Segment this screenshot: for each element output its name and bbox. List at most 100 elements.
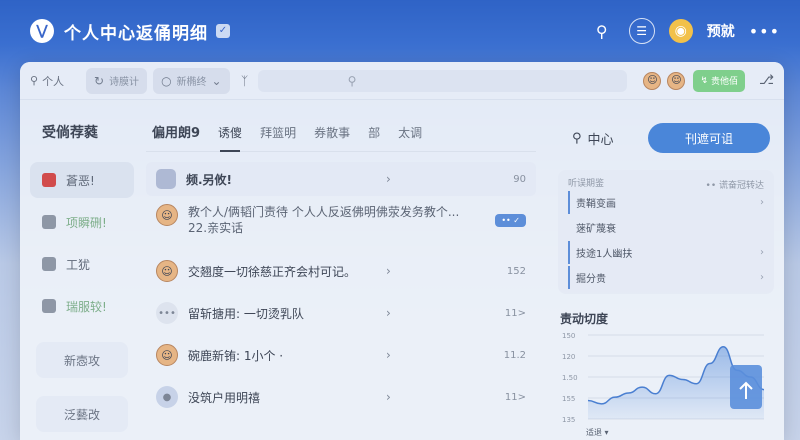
sidebar-item-label: 瑞服较! [66,299,107,314]
top-bar: ⋁ 个人中心返俑明细 ✓ ⚲ ☰ ◉ 预就 ••• [0,0,800,62]
tab-title[interactable]: 偏用朗9 [152,122,200,151]
list-item[interactable]: ☺ 交翘度一切徐慈正齐会村可记。 › 152 [146,252,536,290]
card-item-4[interactable]: 掘分贵 › [568,266,764,289]
toolbar-pill-1[interactable]: ↻ 诗膜计 [86,67,148,94]
share-button-label: 贵他佰 [711,77,739,87]
bookmark-icon [42,173,56,187]
chevron-right-icon: › [760,197,764,208]
folder-icon [42,257,56,271]
card-item-label: 蒾矿蔑衰 [576,224,616,235]
list-item[interactable]: 频.另攸! › 90 [146,162,536,196]
window-toolbar: ⚲ 个人 ↻ 诗膜计 ○ 新椭终 ⌄ ᛉ ⚲ ☺ ☺ ↯ 贵他佰 ⎇ [20,62,784,100]
sidebar-item-4[interactable]: 瑞服较! [30,288,134,324]
more-icon: ••• [156,302,178,324]
tab-6[interactable]: 太调 [398,124,422,151]
search-icon: ⚲ [30,74,39,87]
list-item[interactable]: ☺ 碗鹿新铕: 1小个 · › 11.2 [146,336,536,374]
chart: 150 120 1.50 155 135 适退 ▾ [558,327,774,440]
sidebar-item-3[interactable]: 工犹 [30,246,134,282]
document-icon[interactable]: ☰ [628,18,655,44]
share-button[interactable]: ↯ 贵他佰 [693,69,746,92]
sidebar-button-1[interactable]: 新悫攻 [36,342,128,378]
card-item-label: 责鞘变画 [576,199,616,210]
tab-active[interactable]: 诱傻 [218,124,242,152]
chart-title: 责动切度 [560,312,609,326]
chevron-right-icon: › [386,172,391,186]
list-item[interactable]: ● 没筑户用明禧 › 11> [146,378,536,416]
main-window: ⚲ 个人 ↻ 诗膜计 ○ 新椭终 ⌄ ᛉ ⚲ ☺ ☺ ↯ 贵他佰 ⎇ 受倘荐蕤 … [20,62,784,440]
sidebar-item-2[interactable]: 项瞬硎! [30,204,134,240]
file-icon [42,215,56,229]
profile-label[interactable]: 预就 [707,21,735,41]
grid-icon [42,299,56,313]
right-search-label: 中心 [587,132,614,148]
list-item-count: 152 [506,265,526,277]
person-icon[interactable]: ᛉ [236,68,254,94]
more-menu-icon[interactable]: ••• [749,22,780,41]
list-item-text: 留斩搪用: 一切烫乳队 [188,306,304,321]
list-item-count: 11> [504,391,526,403]
sidebar-title: 受倘荐蕤 [42,125,98,141]
sidebar-button-2[interactable]: 泛藝改 [36,396,128,432]
list-item-count: 11> [504,307,526,319]
search-icon: ⚲ [572,130,582,146]
search-icon[interactable]: ⚲ [589,18,615,44]
list-item-text: 没筑户用明禧 [188,390,261,405]
doc-icon [156,169,176,189]
sidebar-item-1[interactable]: 蒼恶! [30,162,134,198]
primary-action-button[interactable]: 刊遮可诅 [648,123,770,153]
x-axis-label: 适退 ▾ [586,427,609,437]
member-avatar-1[interactable]: ☺ [643,71,662,90]
chevron-down-icon: ⌄ [211,73,222,88]
exit-icon[interactable]: ⎇ [759,73,774,88]
sidebar-item-label: 蒼恶! [66,173,95,188]
tab-3[interactable]: 拜篮明 [260,124,296,151]
list-item-text: 交翘度一切徐慈正齐会村可记。 [188,264,357,279]
toolbar-pill-2[interactable]: ○ 新椭终 ⌄ [153,67,230,94]
loop-icon: ↻ [94,73,105,88]
card-link[interactable]: •• 谎奋冠转达 [706,178,764,191]
y-tick-label: 150 [562,332,575,340]
y-tick-label: 120 [562,353,575,361]
sidebar-item-label: 项瞬硎! [66,215,107,230]
tab-4[interactable]: 券散事 [314,124,350,151]
status-badge[interactable]: •• ✓ [495,214,526,227]
user-avatar[interactable]: ◉ [668,19,693,43]
list-item-line2: 22.亲实话 [188,221,244,235]
search-icon: ⚲ [347,73,357,88]
share-icon: ↯ [700,75,708,86]
tab-5[interactable]: 部 [368,124,380,151]
card-item-2[interactable]: 蒾矿蔑衰 [568,216,764,239]
chevron-right-icon: › [386,390,391,404]
tab-bar: 偏用朗9 诱傻 拜篮明 券散事 部 太调 [146,112,536,152]
card-item-label: 掘分贵 [576,274,606,285]
card-item-3[interactable]: 技途1人幽扶 › [568,241,764,264]
chevron-right-icon: › [760,247,764,258]
list-item[interactable]: ☺ 教个人/俩韬门责待 个人人反返佛明佛荥发务教个... 22.亲实话 •• ✓ [146,200,536,248]
right-search[interactable]: ⚲ 中心 [558,129,638,148]
y-tick-label: 135 [562,416,575,424]
pill-label: 诗膜计 [109,77,140,88]
area-chart: 150 120 1.50 155 135 适退 ▾ [562,332,765,437]
list-item-text: 频.另攸! [186,172,233,187]
avatar: ☺ [156,260,178,282]
main-panel: 偏用朗9 诱傻 拜篮明 券散事 部 太调 频.另攸! › 90 ☺ 教个人/俩韬… [146,112,536,440]
list-item[interactable]: ••• 留斩搪用: 一切烫乳队 › 11> [146,294,536,332]
sidebar: 受倘荐蕤 蒼恶! 项瞬硎! 工犹 瑞服较! 新悫攻 泛藝改 [30,112,134,440]
right-panel: ⚲ 中心 刊遮可诅 听误期鉴 •• 谎奋冠转达 责鞘变画 › 蒾矿蔑衰 技途1人… [558,112,774,440]
verified-icon: ✓ [216,24,230,38]
y-tick-label: 1.50 [562,374,578,382]
info-card: 听误期鉴 •• 谎奋冠转达 责鞘变画 › 蒾矿蔑衰 技途1人幽扶 › 掘分贵 › [558,170,774,294]
card-item-1[interactable]: 责鞘变画 › [568,191,764,214]
list-item-count: 90 [513,173,526,185]
member-avatar-2[interactable]: ☺ [667,71,686,90]
toolbar-search-label: 个人 [42,74,65,88]
toolbar-long-search[interactable]: ⚲ [257,69,628,92]
sidebar-item-label: 工犹 [66,257,91,272]
avatar: ☺ [156,344,178,366]
app-logo-icon[interactable]: ⋁ [30,19,54,43]
pill-label: 新椭终 [176,77,207,88]
avatar: ☺ [156,204,178,226]
toolbar-search[interactable]: ⚲ 个人 [30,68,86,94]
list-item-count: 11.2 [503,349,526,361]
